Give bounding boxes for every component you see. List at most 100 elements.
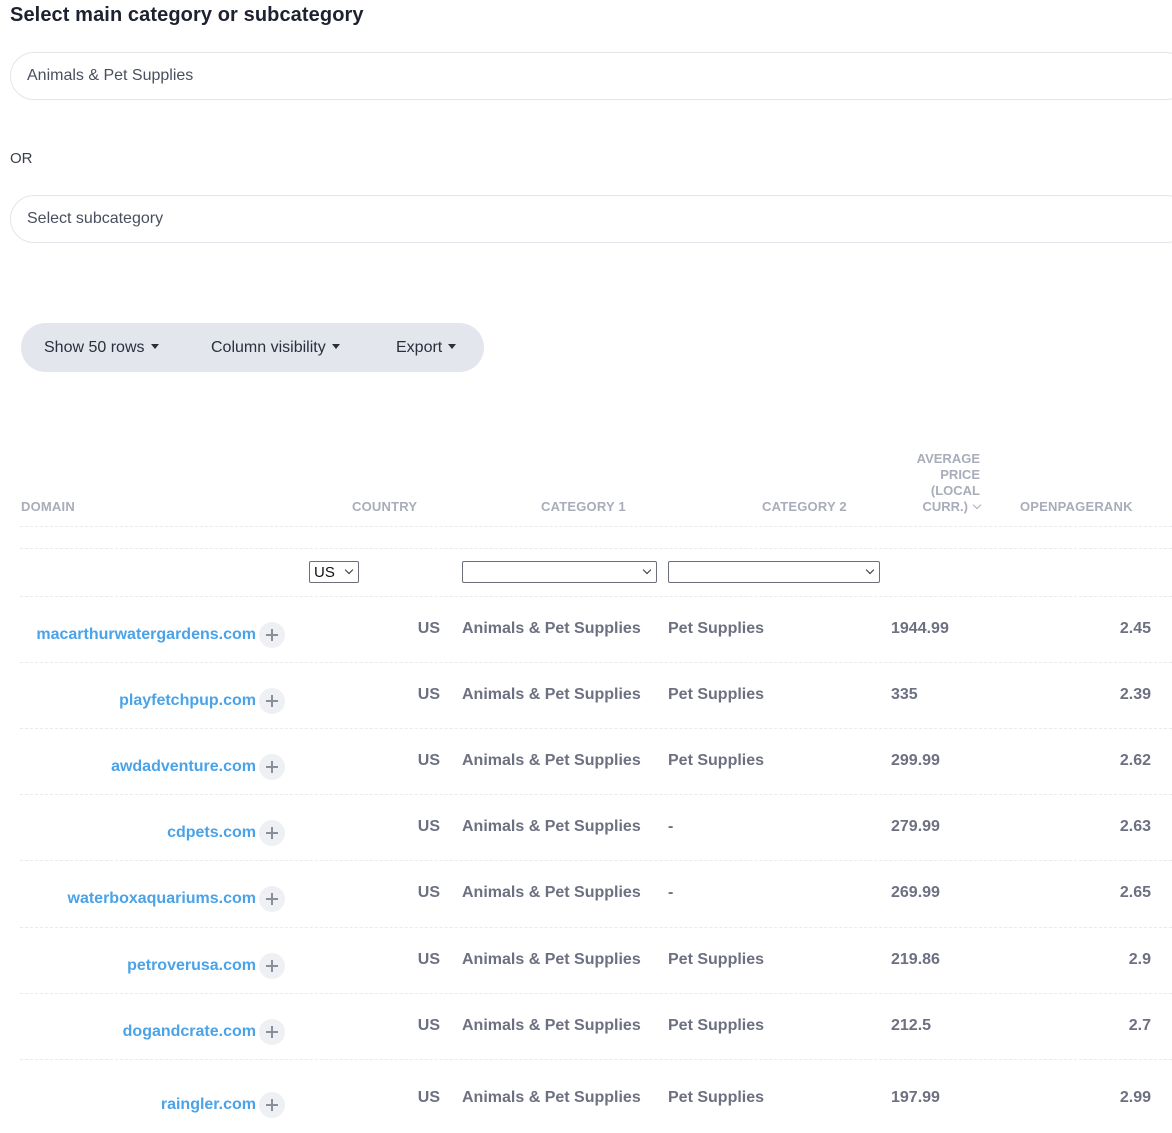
category2-cell: Pet Supplies <box>668 620 765 637</box>
table-row: raingler.com US Animals & Pet Supplies P… <box>0 1059 1172 1125</box>
table-row: cdpets.com US Animals & Pet Supplies - 2… <box>0 794 1172 860</box>
category1-cell: Animals & Pet Supplies <box>462 686 641 703</box>
domain-link[interactable]: petroverusa.com <box>127 957 256 975</box>
category2-cell: Pet Supplies <box>668 686 765 703</box>
domain-link[interactable]: awdadventure.com <box>111 758 256 776</box>
column-header-category2[interactable]: CATEGORY 2 <box>762 499 847 515</box>
chevron-down-icon <box>344 565 354 575</box>
divider <box>20 548 1172 549</box>
column-header-average-price[interactable]: AVERAGE PRICE (LOCAL CURR.) <box>900 451 982 515</box>
caret-down-icon <box>331 344 340 349</box>
category2-filter-select[interactable] <box>668 561 880 583</box>
column-visibility-label: Column visibility <box>211 339 326 356</box>
average-price-cell: 279.99 <box>891 818 940 835</box>
column-visibility-button[interactable]: Column visibility <box>211 323 340 372</box>
category1-cell: Animals & Pet Supplies <box>462 1017 641 1034</box>
chevron-down-icon <box>865 565 875 575</box>
average-price-cell: 299.99 <box>891 752 940 769</box>
category1-cell: Animals & Pet Supplies <box>462 752 641 769</box>
openpagerank-cell: 2.62 <box>1119 752 1151 769</box>
average-price-cell: 219.86 <box>891 951 940 968</box>
country-cell: US <box>417 1089 440 1106</box>
plus-icon[interactable] <box>259 1092 285 1118</box>
column-header-country[interactable]: COUNTRY <box>352 499 417 515</box>
average-price-line: AVERAGE <box>916 451 980 466</box>
country-filter-select[interactable]: US <box>309 561 359 583</box>
table-row: macarthurwatergardens.com US Animals & P… <box>0 596 1172 662</box>
domain-link[interactable]: raingler.com <box>161 1096 256 1114</box>
average-price-cell: 1944.99 <box>891 620 949 637</box>
country-cell: US <box>417 818 440 835</box>
show-rows-label: Show 50 rows <box>44 339 145 356</box>
table-toolbar: Show 50 rows Column visibility Export <box>21 323 484 372</box>
country-cell: US <box>417 884 440 901</box>
country-cell: US <box>417 752 440 769</box>
category1-cell: Animals & Pet Supplies <box>462 620 641 637</box>
subcategory-select[interactable]: Select subcategory <box>10 195 1172 243</box>
column-header-domain[interactable]: DOMAIN <box>21 499 75 515</box>
category1-cell: Animals & Pet Supplies <box>462 818 641 835</box>
plus-icon[interactable] <box>259 953 285 979</box>
category1-filter-select[interactable] <box>462 561 657 583</box>
average-price-cell: 197.99 <box>891 1089 940 1106</box>
show-rows-button[interactable]: Show 50 rows <box>44 323 159 372</box>
category2-cell: - <box>668 818 674 835</box>
sort-descending-icon <box>972 500 982 510</box>
openpagerank-cell: 2.9 <box>1128 951 1151 968</box>
table-row: waterboxaquariums.com US Animals & Pet S… <box>0 860 1172 926</box>
plus-icon[interactable] <box>259 1019 285 1045</box>
subcategory-placeholder: Select subcategory <box>27 210 164 227</box>
table-row: dogandcrate.com US Animals & Pet Supplie… <box>0 993 1172 1059</box>
openpagerank-cell: 2.39 <box>1119 686 1151 703</box>
average-price-line: PRICE <box>940 467 980 482</box>
country-filter-value: US <box>314 564 335 581</box>
category1-cell: Animals & Pet Supplies <box>462 1089 641 1106</box>
divider <box>20 526 1172 527</box>
domain-link[interactable]: dogandcrate.com <box>123 1023 256 1041</box>
country-cell: US <box>417 1017 440 1034</box>
average-price-cell: 212.5 <box>891 1017 932 1034</box>
plus-icon[interactable] <box>259 820 285 846</box>
chevron-down-icon <box>642 565 652 575</box>
domain-link[interactable]: waterboxaquariums.com <box>68 890 257 908</box>
domain-link[interactable]: cdpets.com <box>167 824 256 842</box>
table-row: awdadventure.com US Animals & Pet Suppli… <box>0 728 1172 794</box>
country-cell: US <box>417 686 440 703</box>
page-heading: Select main category or subcategory <box>10 4 364 26</box>
domain-link[interactable]: macarthurwatergardens.com <box>36 626 256 644</box>
plus-icon[interactable] <box>259 622 285 648</box>
table-row: playfetchpup.com US Animals & Pet Suppli… <box>0 662 1172 728</box>
plus-icon[interactable] <box>259 886 285 912</box>
plus-icon[interactable] <box>259 688 285 714</box>
category1-cell: Animals & Pet Supplies <box>462 951 641 968</box>
country-cell: US <box>417 620 440 637</box>
average-price-cell: 335 <box>891 686 918 703</box>
openpagerank-cell: 2.65 <box>1119 884 1151 901</box>
category2-cell: Pet Supplies <box>668 951 765 968</box>
caret-down-icon <box>150 344 159 349</box>
openpagerank-cell: 2.99 <box>1119 1089 1151 1106</box>
category2-cell: Pet Supplies <box>668 1089 765 1106</box>
table-row: petroverusa.com US Animals & Pet Supplie… <box>0 927 1172 993</box>
average-price-line: (LOCAL <box>930 483 980 498</box>
category2-cell: - <box>668 884 674 901</box>
caret-down-icon <box>448 344 457 349</box>
main-category-select[interactable]: Animals & Pet Supplies <box>10 52 1172 100</box>
category1-cell: Animals & Pet Supplies <box>462 884 641 901</box>
openpagerank-cell: 2.7 <box>1128 1017 1151 1034</box>
column-header-openpagerank[interactable]: OPENPAGERANK <box>1020 499 1133 515</box>
openpagerank-cell: 2.63 <box>1119 818 1151 835</box>
average-price-line: CURR.) <box>900 499 982 515</box>
main-category-value: Animals & Pet Supplies <box>27 67 194 84</box>
category2-cell: Pet Supplies <box>668 1017 765 1034</box>
page: Select main category or subcategory Anim… <box>0 0 1172 1133</box>
average-price-cell: 269.99 <box>891 884 940 901</box>
openpagerank-cell: 2.45 <box>1119 620 1151 637</box>
plus-icon[interactable] <box>259 754 285 780</box>
column-header-category1[interactable]: CATEGORY 1 <box>541 499 626 515</box>
domain-link[interactable]: playfetchpup.com <box>119 692 256 710</box>
category2-cell: Pet Supplies <box>668 752 765 769</box>
export-button[interactable]: Export <box>396 323 457 372</box>
export-label: Export <box>396 339 443 356</box>
or-label: OR <box>10 150 33 167</box>
